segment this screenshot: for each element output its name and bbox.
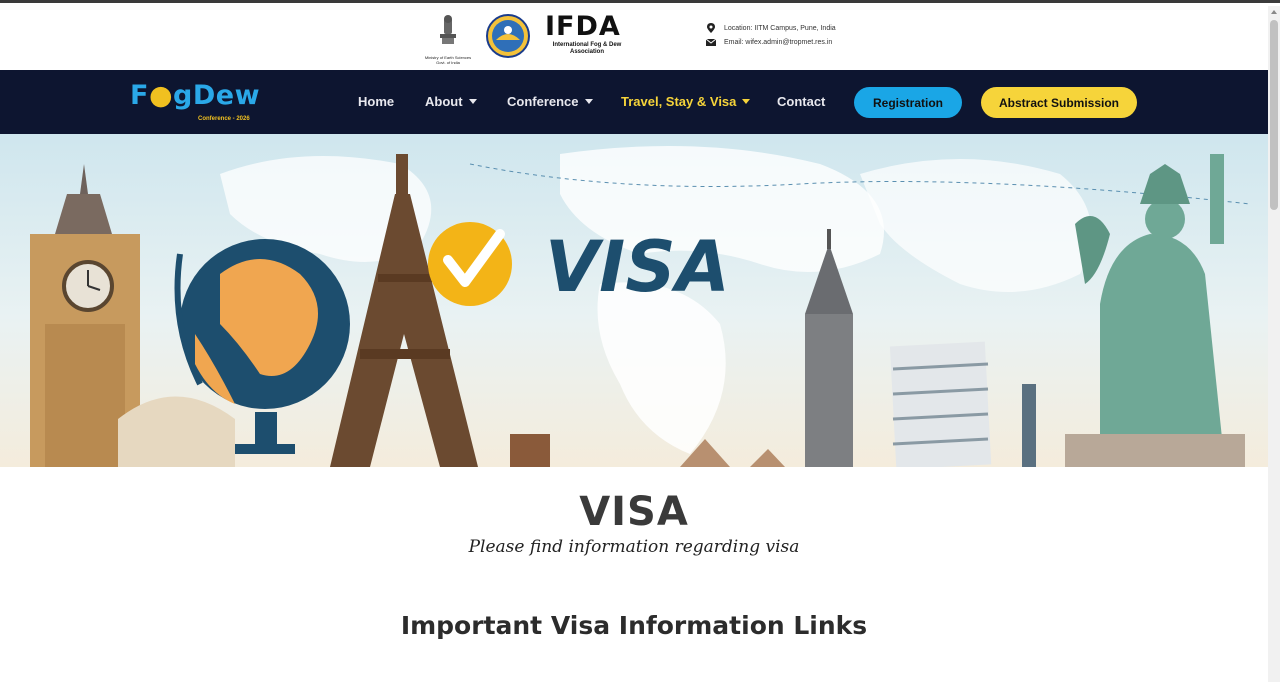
chevron-down-icon	[468, 99, 477, 104]
section-heading: Important Visa Information Links	[400, 611, 868, 640]
chevron-down-icon	[584, 99, 593, 104]
tower-illustration	[1022, 384, 1036, 467]
page: Ministry of Earth Sciences Govt. of Indi…	[0, 0, 1280, 682]
logo-subtitle: Conference - 2026	[198, 116, 250, 122]
logo-text-f: F	[130, 80, 149, 111]
registration-button[interactable]: Registration	[854, 87, 962, 118]
location-text: Location: IITM Campus, Pune, India	[724, 24, 836, 32]
envelope-icon	[705, 37, 717, 47]
email-text[interactable]: Email: wifex.admin@tropmet.res.in	[724, 39, 832, 46]
imd-logo	[486, 14, 530, 58]
abstract-submission-button[interactable]: Abstract Submission	[981, 87, 1137, 118]
vertical-scrollbar[interactable]	[1268, 6, 1280, 682]
pyramid-illustration	[750, 449, 785, 467]
statue-of-liberty-illustration	[1065, 154, 1245, 467]
nav-home[interactable]: Home	[358, 94, 394, 109]
nav-about-label: About	[425, 94, 463, 109]
location-line: Location: IITM Campus, Pune, India	[706, 23, 836, 33]
org-subtitle: International Fog & Dew Association	[552, 42, 622, 55]
map-pin-icon	[706, 23, 716, 33]
fogdew-logo[interactable]: F●gDew Conference - 2026	[130, 80, 270, 124]
scroll-up-arrow-icon[interactable]	[1271, 10, 1277, 14]
chevron-down-icon	[742, 99, 751, 104]
visa-logo: VISA	[428, 222, 730, 308]
emblem-caption: Ministry of Earth Sciences Govt. of Indi…	[424, 55, 472, 65]
email-line[interactable]: Email: wifex.admin@tropmet.res.in	[705, 37, 832, 47]
nav-travel-label: Travel, Stay & Visa	[621, 94, 737, 109]
nav-conference[interactable]: Conference	[507, 94, 593, 109]
building-illustration	[510, 434, 550, 467]
world-map-shape	[860, 159, 1092, 292]
nav-conference-label: Conference	[507, 94, 579, 109]
government-emblem-logo: Ministry of Earth Sciences Govt. of Indi…	[424, 14, 472, 65]
top-info-bar: Ministry of Earth Sciences Govt. of Indi…	[0, 6, 1268, 70]
nav-travel-stay-visa[interactable]: Travel, Stay & Visa	[621, 94, 751, 109]
nav-contact-label: Contact	[777, 94, 826, 109]
world-map-shape	[597, 282, 726, 454]
scrollbar-thumb[interactable]	[1270, 20, 1278, 210]
droplet-icon: ●	[148, 80, 174, 111]
page-title: VISA	[579, 489, 689, 535]
page-subtitle: Please find information regarding visa	[468, 537, 800, 557]
visa-banner-text: VISA	[545, 226, 730, 308]
leaning-tower-illustration	[889, 341, 992, 467]
hero-banner: VISA	[0, 134, 1268, 467]
nav-about[interactable]: About	[425, 94, 477, 109]
main-content: VISA Please find information regarding v…	[0, 467, 1268, 682]
logo-text-rest: gDew	[173, 80, 261, 111]
org-title: IFDA	[545, 11, 621, 42]
nav-contact[interactable]: Contact	[777, 94, 825, 109]
nav-home-label: Home	[358, 94, 395, 109]
main-navigation: F●gDew Conference - 2026 Home About Conf…	[0, 70, 1268, 134]
